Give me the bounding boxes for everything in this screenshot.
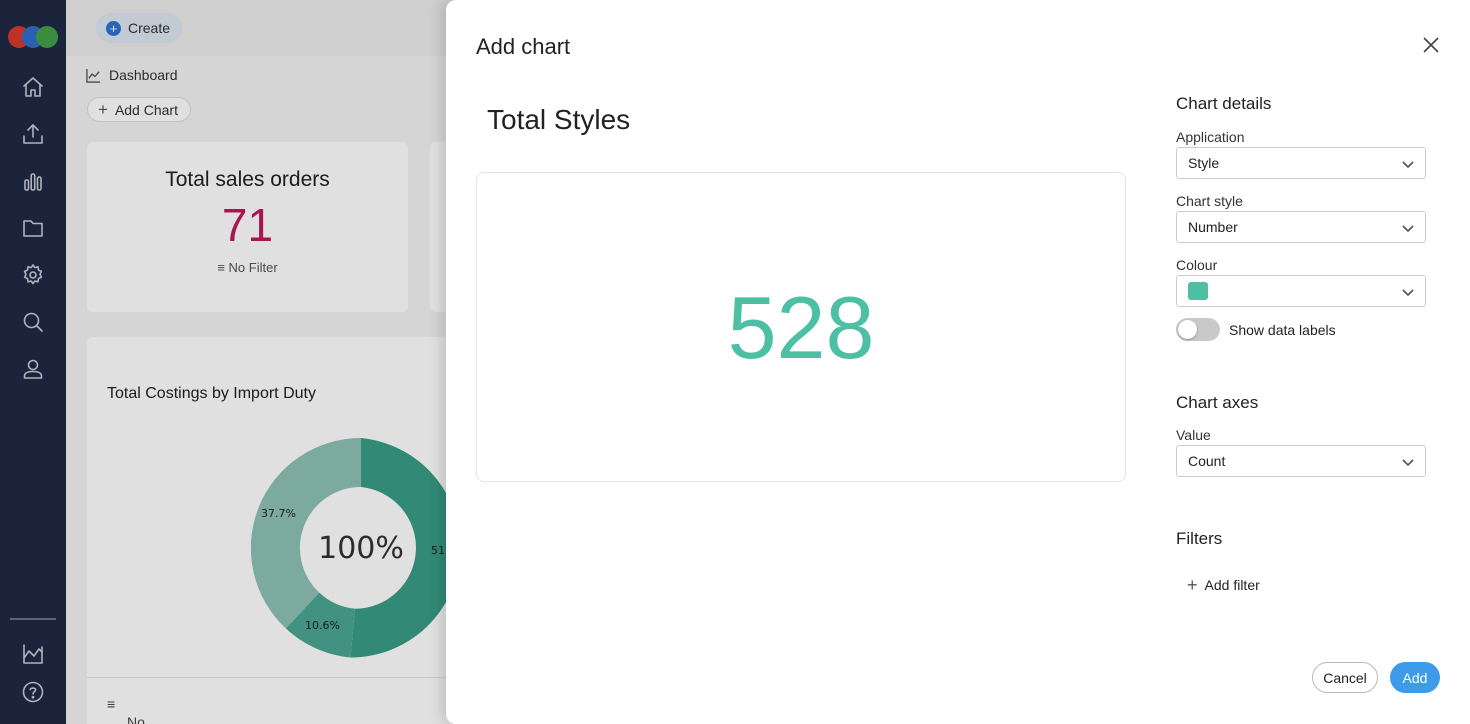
- application-label: Application: [1176, 129, 1245, 145]
- plus-icon: +: [1187, 575, 1198, 595]
- cancel-button[interactable]: Cancel: [1312, 662, 1378, 693]
- chart-details-heading: Chart details: [1176, 94, 1272, 113]
- show-data-labels-toggle[interactable]: [1176, 318, 1220, 341]
- value-select-value: Count: [1188, 453, 1226, 469]
- value-select[interactable]: Count: [1176, 445, 1426, 477]
- application-select[interactable]: Style: [1176, 147, 1426, 179]
- modal-title: Add chart: [476, 34, 571, 59]
- add-filter-button[interactable]: + Add filter: [1187, 575, 1260, 595]
- preview-value: 528: [727, 278, 875, 377]
- chevron-down-icon: [1401, 285, 1415, 299]
- chart-preview: 528: [476, 172, 1126, 482]
- toggle-knob: [1178, 320, 1197, 339]
- chart-settings-panel: Chart details Application Style Chart st…: [1176, 0, 1436, 724]
- value-label: Value: [1176, 427, 1211, 443]
- filters-heading: Filters: [1176, 529, 1223, 548]
- chevron-down-icon: [1401, 157, 1415, 171]
- chart-style-select[interactable]: Number: [1176, 211, 1426, 243]
- preview-title: Total Styles: [487, 104, 631, 135]
- colour-label: Colour: [1176, 257, 1218, 273]
- chart-axes-heading: Chart axes: [1176, 393, 1259, 412]
- chevron-down-icon: [1401, 221, 1415, 235]
- chevron-down-icon: [1401, 455, 1415, 469]
- chart-style-value: Number: [1188, 219, 1238, 235]
- add-chart-modal: Add chart Total Styles 528 Chart details…: [446, 0, 1470, 724]
- show-data-labels-label: Show data labels: [1229, 322, 1336, 338]
- colour-select[interactable]: [1176, 275, 1426, 307]
- application-value: Style: [1188, 155, 1220, 171]
- add-filter-label: Add filter: [1204, 577, 1260, 593]
- add-button[interactable]: Add: [1390, 662, 1440, 693]
- chart-style-label: Chart style: [1176, 193, 1243, 209]
- colour-swatch: [1188, 282, 1208, 300]
